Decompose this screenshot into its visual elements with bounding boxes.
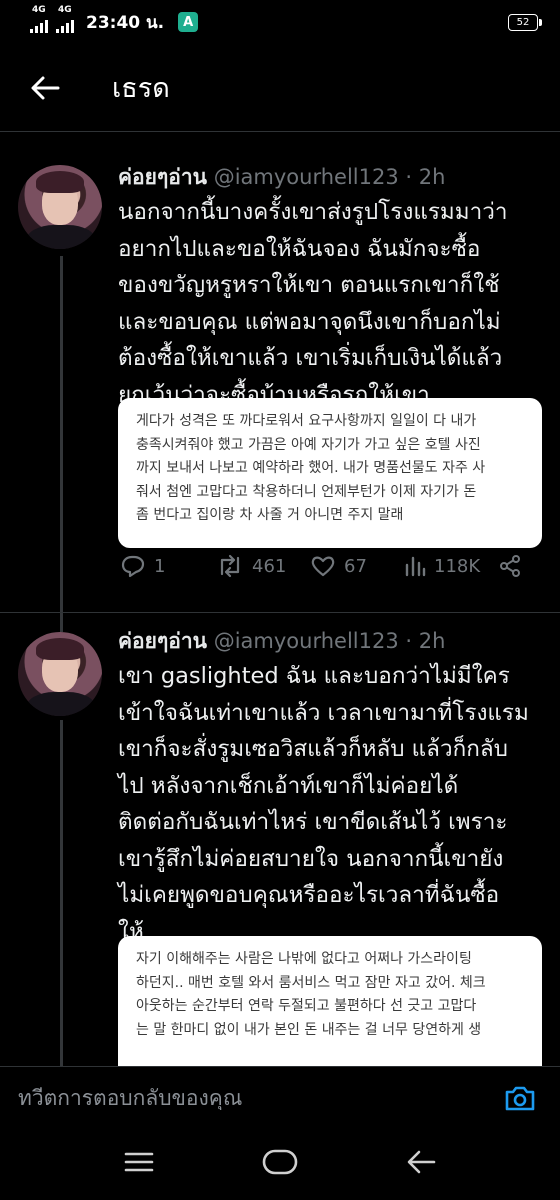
avatar[interactable] bbox=[18, 165, 102, 249]
tweet-header: ค่อยๆอ่าน @iamyourhell123 · 2h bbox=[118, 165, 446, 189]
retweet-count: 461 bbox=[252, 555, 287, 577]
app-notification-icon: A bbox=[178, 12, 199, 32]
menu-icon bbox=[124, 1152, 154, 1172]
home-button[interactable] bbox=[262, 1149, 298, 1179]
user-handle[interactable]: @iamyourhell123 bbox=[214, 629, 399, 653]
views-button[interactable]: 118K bbox=[404, 555, 480, 577]
like-count: 67 bbox=[344, 555, 367, 577]
tweet-header: ค่อยๆอ่าน @iamyourhell123 · 2h bbox=[118, 629, 446, 653]
avatar[interactable] bbox=[18, 632, 102, 716]
system-back-button[interactable] bbox=[406, 1149, 436, 1179]
camera-icon bbox=[505, 1086, 535, 1110]
reply-icon bbox=[121, 555, 145, 578]
views-icon bbox=[405, 556, 426, 577]
camera-button[interactable] bbox=[498, 1076, 542, 1120]
share-button[interactable] bbox=[498, 554, 522, 578]
reply-count: 1 bbox=[154, 555, 166, 577]
tweet[interactable]: ค่อยๆอ่าน @iamyourhell123 · 2h นอกจากนี้… bbox=[0, 160, 560, 620]
user-handle[interactable]: @iamyourhell123 bbox=[214, 165, 399, 189]
like-button[interactable]: 67 bbox=[310, 554, 367, 578]
retweet-icon bbox=[220, 554, 240, 578]
attached-image[interactable]: 자기 이해해주는 사람은 나밖에 없다고 어쩌나 가스라이팅 하던지.. 매번 … bbox=[118, 936, 542, 1066]
clock: 23:40 น. bbox=[86, 12, 165, 33]
tweet-text: นอกจากนี้บางครั้งเขาส่งรูปโรงแรมมาว่า อย… bbox=[118, 199, 508, 408]
reply-button[interactable]: 1 bbox=[120, 554, 165, 578]
system-nav-bar bbox=[0, 1128, 560, 1200]
divider bbox=[0, 612, 560, 613]
home-icon bbox=[262, 1149, 298, 1175]
back-button[interactable] bbox=[0, 44, 90, 132]
heart-icon bbox=[311, 556, 335, 577]
share-icon bbox=[500, 555, 520, 577]
back-icon bbox=[407, 1150, 436, 1174]
retweet-button[interactable]: 461 bbox=[216, 554, 286, 578]
battery-icon: 52 bbox=[508, 13, 542, 31]
attached-image[interactable]: 게다가 성격은 또 까다로워서 요구사항까지 일일이 다 내가 충족시켜줘야 했… bbox=[118, 398, 542, 548]
timestamp[interactable]: 2h bbox=[419, 629, 446, 653]
display-name[interactable]: ค่อยๆอ่าน bbox=[118, 629, 207, 653]
signal-icon-2: 4G bbox=[56, 5, 74, 33]
page-title: เธรด bbox=[112, 73, 170, 104]
status-bar: 4G 4G 23:40 น. A 52 bbox=[0, 0, 560, 44]
recent-apps-button[interactable] bbox=[124, 1151, 154, 1177]
reply-input[interactable] bbox=[18, 1085, 498, 1110]
display-name[interactable]: ค่อยๆอ่าน bbox=[118, 165, 207, 189]
timestamp[interactable]: 2h bbox=[419, 165, 446, 189]
top-bar: เธรด bbox=[0, 44, 560, 132]
tweet[interactable]: ค่อยๆอ่าน @iamyourhell123 · 2h เขา gasli… bbox=[0, 624, 560, 1066]
arrow-left-icon bbox=[31, 76, 60, 99]
view-count: 118K bbox=[434, 555, 481, 577]
signal-icon: 4G bbox=[30, 5, 48, 33]
tweet-text: เขา gaslighted ฉัน และบอกว่าไม่มีใคร เข้… bbox=[118, 663, 529, 945]
reply-composer bbox=[0, 1066, 560, 1128]
